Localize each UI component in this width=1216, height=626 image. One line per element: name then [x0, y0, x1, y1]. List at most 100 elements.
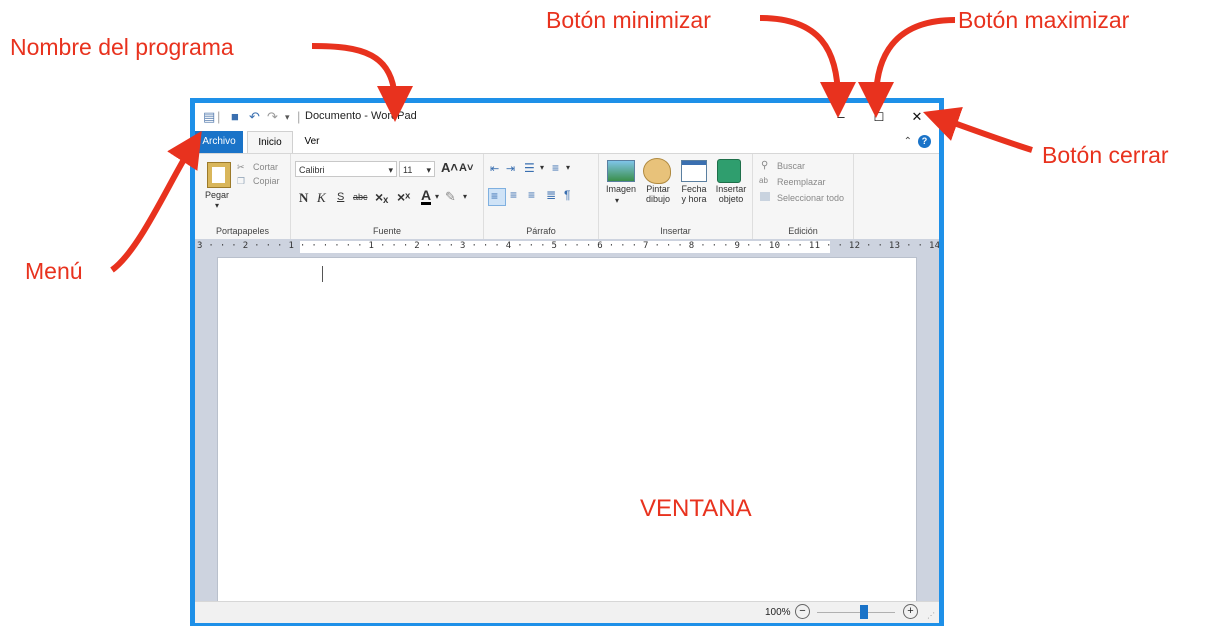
resize-grip-icon[interactable]: ⋰	[927, 611, 935, 620]
chevron-down-icon[interactable]: ▾	[285, 112, 290, 123]
underline-button[interactable]: S	[337, 191, 344, 203]
ruler[interactable]: 3 · · · 2 · · · 1 · · · · · · 1 · · · 2 …	[195, 239, 939, 255]
annotation-maximize: Botón maximizar	[958, 7, 1130, 33]
cut-button[interactable]: Cortar	[253, 162, 278, 172]
window-title: Documento - WordPad	[305, 110, 417, 122]
highlight-icon[interactable]: ✎	[445, 189, 456, 205]
ribbon-tabs: Archivo Inicio Ver ⌃?	[195, 131, 939, 153]
replace-button[interactable]: Reemplazar	[777, 177, 826, 187]
paint-button[interactable]: Pintar dibujo	[643, 184, 673, 204]
chevron-down-icon[interactable]: ▾	[463, 192, 467, 201]
align-left-button[interactable]: ≡	[488, 188, 506, 206]
replace-icon: ab	[759, 176, 768, 185]
undo-icon[interactable]: ↶	[249, 109, 260, 125]
shrink-font-icon[interactable]: A˅	[459, 162, 473, 174]
date-time-button[interactable]: Fecha y hora	[679, 184, 709, 204]
strikethrough-button[interactable]: abc	[353, 192, 368, 202]
increase-indent-icon[interactable]: ⇥	[506, 162, 515, 175]
arrow-minimize	[759, 15, 856, 118]
font-family-select[interactable]: Calibri ▾	[295, 161, 397, 177]
ribbon: Pegar ▾ ✂ Cortar ❐ Copiar Portapapeles C…	[195, 153, 939, 241]
paste-button[interactable]: Pegar	[205, 190, 229, 200]
bullets-icon[interactable]: ☰	[524, 161, 535, 175]
subscript-icon[interactable]: ×ₓ	[375, 189, 388, 205]
chevron-down-icon[interactable]: ▾	[615, 196, 619, 205]
select-all-icon	[760, 192, 770, 201]
maximize-button[interactable]: ☐	[859, 105, 899, 129]
paint-label-line2: dibujo	[645, 194, 671, 204]
collapse-ribbon-icon[interactable]: ⌃	[904, 136, 912, 147]
text-color-icon[interactable]: A	[421, 188, 432, 205]
redo-icon[interactable]: ↷	[267, 109, 278, 125]
tab-archivo[interactable]: Archivo	[195, 131, 243, 153]
calendar-clock-icon	[681, 160, 707, 182]
text-caret	[322, 266, 323, 282]
font-size-select[interactable]: 11 ▾	[399, 161, 435, 177]
save-icon[interactable]: ■	[231, 109, 239, 124]
wordpad-app-icon: ▤	[203, 109, 216, 124]
minimize-button[interactable]: –	[821, 105, 861, 129]
superscript-icon[interactable]: ×ˣ	[397, 189, 410, 205]
zoom-in-icon[interactable]: +	[903, 604, 918, 619]
wordpad-window: ▤ | ■ ↶ ↷ ▾ | Documento - WordPad – ☐ ✕ …	[190, 98, 944, 626]
find-button[interactable]: Buscar	[777, 161, 805, 171]
document-area	[195, 255, 939, 603]
zoom-out-icon[interactable]: −	[795, 604, 810, 619]
annotation-menu: Menú	[25, 258, 83, 284]
arrow-menu	[110, 130, 202, 273]
group-label-editing: Edición	[788, 226, 818, 236]
align-left-icon: ≡	[491, 189, 499, 203]
status-bar: 100% − + ⋰	[195, 601, 939, 623]
copy-button[interactable]: Copiar	[253, 176, 280, 186]
binoculars-icon: ⚲	[761, 160, 769, 171]
arrow-close	[923, 106, 1033, 153]
group-paragraph: ⇤ ⇥ ☰ ▾ ≡ ▾ ≡ ≡ ≡ ≣ ¶ Párrafo	[484, 154, 599, 240]
chevron-down-icon[interactable]: ▾	[215, 201, 219, 210]
arrow-program-name	[311, 43, 413, 122]
ribbon-controls: ⌃?	[904, 135, 931, 148]
group-font: Calibri ▾ 11 ▾ A˄ A˅ N K S abc ×ₓ ×ˣ A ▾…	[291, 154, 484, 240]
close-button[interactable]: ✕	[897, 105, 937, 129]
annotation-program-name: Nombre del programa	[10, 34, 234, 60]
paint-palette-icon	[643, 158, 671, 184]
object-label-line1: Insertar	[715, 184, 747, 194]
tab-ver[interactable]: Ver	[297, 131, 327, 153]
font-size-value: 11	[403, 165, 413, 175]
ruler-labels: 3 · · · 2 · · · 1 · · · · · · 1 · · · 2 …	[197, 241, 939, 251]
title-bar[interactable]: ▤ | ■ ↶ ↷ ▾ | Documento - WordPad – ☐ ✕	[195, 103, 939, 131]
align-right-icon[interactable]: ≡	[528, 188, 535, 202]
zoom-slider-track[interactable]	[817, 605, 895, 619]
chevron-down-icon: ▾	[388, 165, 393, 175]
help-icon[interactable]: ?	[918, 135, 931, 148]
group-label-font: Fuente	[372, 226, 402, 236]
image-button[interactable]: Imagen	[606, 184, 636, 194]
align-center-icon[interactable]: ≡	[510, 188, 517, 202]
chevron-down-icon[interactable]: ▾	[540, 163, 544, 172]
decrease-indent-icon[interactable]: ⇤	[490, 162, 499, 175]
date-label-line2: y hora	[681, 194, 707, 204]
group-insert: Imagen ▾ Pintar dibujo Fecha y hora Inse…	[599, 154, 753, 240]
separator: |	[297, 109, 301, 124]
chevron-down-icon: ▾	[426, 165, 431, 175]
justify-icon[interactable]: ≣	[546, 188, 556, 202]
select-all-button[interactable]: Seleccionar todo	[777, 193, 844, 203]
bold-button[interactable]: N	[299, 190, 308, 206]
annotation-close: Botón cerrar	[1042, 142, 1169, 168]
separator: |	[217, 109, 221, 124]
grow-font-icon[interactable]: A˄	[441, 160, 458, 175]
line-spacing-icon[interactable]: ≡	[552, 161, 559, 175]
paragraph-settings-icon[interactable]: ¶	[564, 188, 570, 202]
zoom-slider-thumb[interactable]	[859, 605, 868, 619]
tab-inicio[interactable]: Inicio	[247, 131, 293, 153]
group-clipboard: Pegar ▾ ✂ Cortar ❐ Copiar Portapapeles	[195, 154, 291, 240]
copy-icon: ❐	[237, 176, 246, 186]
chevron-down-icon[interactable]: ▾	[435, 192, 439, 201]
paint-label-line1: Pintar	[646, 184, 670, 194]
italic-button[interactable]: K	[317, 190, 326, 206]
insert-object-button[interactable]: Insertar objeto	[713, 184, 749, 204]
font-family-value: Calibri	[299, 165, 325, 175]
group-editing: ⚲ Buscar ab Reemplazar Seleccionar todo …	[753, 154, 854, 240]
document-page[interactable]	[217, 257, 917, 603]
annotation-window: VENTANA	[640, 495, 752, 522]
chevron-down-icon[interactable]: ▾	[566, 163, 570, 172]
